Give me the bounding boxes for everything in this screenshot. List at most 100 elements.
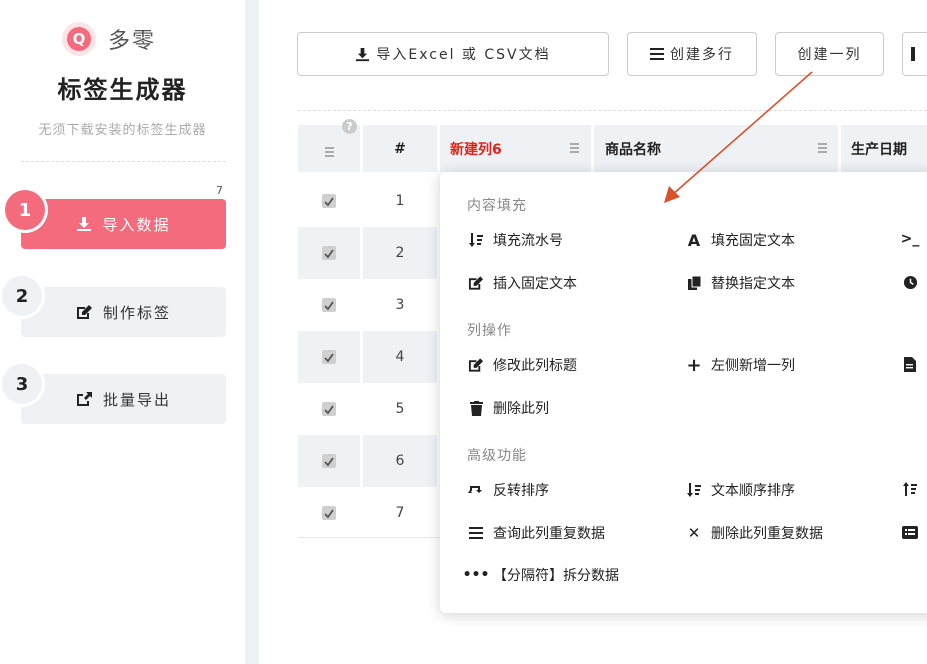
menu-add-left-column[interactable]: + 左侧新增一列 <box>685 355 795 376</box>
sidebar: Q 多零 标签生成器 无须下载安装的标签生成器 7 1 导入数据 2 制作标签 … <box>0 0 245 664</box>
row-index-cell: 4 <box>363 331 437 383</box>
row-index: 2 <box>395 245 405 261</box>
download-icon <box>77 217 92 231</box>
header-product-name[interactable]: 商品名称 <box>594 125 838 172</box>
menu-split-data[interactable]: ••• 【分隔符】拆分数据 <box>462 565 619 585</box>
menu-fill-serial[interactable]: 填充流水号 <box>467 230 563 250</box>
row-index: 4 <box>395 349 405 365</box>
close-icon: ✕ <box>687 524 701 542</box>
menu-file-item[interactable] <box>901 355 927 373</box>
retweet-icon <box>467 481 485 499</box>
header-new-column[interactable]: 新建列6 <box>440 125 591 172</box>
table-bottom-border <box>298 537 440 538</box>
menu-replace-text[interactable]: 替换指定文本 <box>685 273 795 293</box>
app-subtitle: 无须下载安装的标签生成器 <box>38 123 207 138</box>
make-label-button[interactable]: 制作标签 <box>21 287 226 337</box>
row-select-cell <box>298 279 360 331</box>
edit-icon <box>467 356 485 374</box>
more-toolbar-button[interactable] <box>902 32 927 76</box>
row-checkbox[interactable] <box>322 402 336 416</box>
check-icon <box>324 248 334 258</box>
batch-export-label: 批量导出 <box>102 390 171 409</box>
import-excel-csv-button[interactable]: 导入Excel 或 CSV文档 <box>297 32 609 76</box>
create-rows-label: 创建多行 <box>670 47 734 63</box>
row-checkbox[interactable] <box>322 298 336 312</box>
menu-text-order-sort[interactable]: 文本顺序排序 <box>685 480 795 500</box>
batch-export-button[interactable]: 批量导出 <box>21 374 226 424</box>
menu-sort-amount-item[interactable] <box>901 480 927 498</box>
sidebar-divider <box>21 161 226 162</box>
toolbar-divider <box>298 110 927 111</box>
list-alt-icon <box>901 523 919 541</box>
app-title: 标签生成器 <box>57 76 188 104</box>
logo: Q 多零 <box>62 22 156 56</box>
menu-delete-duplicates[interactable]: ✕ 删除此列重复数据 <box>685 523 823 543</box>
row-checkbox[interactable] <box>322 350 336 364</box>
column-menu-icon[interactable] <box>570 141 579 155</box>
menu-delete-column-label: 删除此列 <box>493 401 549 417</box>
menu-reverse-sort-label: 反转排序 <box>493 483 549 499</box>
ellipsis-icon: ••• <box>462 567 490 583</box>
create-column-label: 创建一列 <box>797 47 862 63</box>
check-icon <box>324 300 334 310</box>
import-data-button[interactable]: 导入数据 <box>21 199 226 249</box>
menu-fill-fixed-text[interactable]: A 填充固定文本 <box>685 230 795 250</box>
header-production-date[interactable]: 生产日期 <box>841 125 927 172</box>
section-advanced: 高级功能 <box>467 448 527 464</box>
header-product-name-label: 商品名称 <box>605 141 661 158</box>
menu-fill-fixed-text-label: 填充固定文本 <box>711 233 795 249</box>
row-index-cell: 2 <box>363 227 437 279</box>
row-select-cell <box>298 383 360 435</box>
menu-delete-column[interactable]: 删除此列 <box>467 398 549 418</box>
edit-icon <box>76 305 92 319</box>
logo-icon: Q <box>62 22 96 56</box>
menu-clock-item[interactable] <box>901 273 927 291</box>
import-data-label: 导入数据 <box>102 215 171 234</box>
row-index-cell: 1 <box>363 175 437 227</box>
row-select-cell <box>298 331 360 383</box>
menu-reverse-sort[interactable]: 反转排序 <box>467 480 549 500</box>
menu-add-left-column-label: 左侧新增一列 <box>711 358 795 374</box>
row-checkbox[interactable] <box>322 506 336 520</box>
header-new-column-label: 新建列6 <box>450 141 502 158</box>
menu-insert-fixed-text-label: 插入固定文本 <box>493 276 577 292</box>
menu-query-duplicates-label: 查询此列重复数据 <box>493 526 605 542</box>
edit-icon <box>467 274 485 292</box>
check-icon <box>324 508 334 518</box>
row-checkbox[interactable] <box>322 246 336 260</box>
copy-icon <box>685 274 703 292</box>
menu-text-order-sort-label: 文本顺序排序 <box>711 483 795 499</box>
menu-query-duplicates[interactable]: 查询此列重复数据 <box>467 523 605 543</box>
row-checkbox[interactable] <box>322 454 336 468</box>
row-index-cell: 7 <box>363 487 437 539</box>
section-content-fill: 内容填充 <box>467 198 527 214</box>
import-excel-csv-label: 导入Excel 或 CSV文档 <box>376 47 551 63</box>
row-checkbox[interactable] <box>322 194 336 208</box>
menu-insert-fixed-text[interactable]: 插入固定文本 <box>467 273 577 293</box>
clock-icon <box>901 273 919 291</box>
download-icon <box>356 47 370 61</box>
step-3-number: 3 <box>2 364 42 404</box>
step-1-count-badge: 7 <box>216 184 223 197</box>
drag-handle-icon[interactable] <box>325 145 334 159</box>
check-icon <box>324 404 334 414</box>
menu-split-data-label: 【分隔符】拆分数据 <box>493 568 619 584</box>
create-rows-button[interactable]: 创建多行 <box>627 32 757 76</box>
menu-fill-serial-label: 填充流水号 <box>493 233 563 249</box>
row-select-cell <box>298 227 360 279</box>
column-menu-icon[interactable] <box>818 141 827 155</box>
font-icon: A <box>687 230 701 250</box>
help-icon[interactable]: ? <box>342 119 357 134</box>
create-column-button[interactable]: 创建一列 <box>775 32 884 76</box>
terminal-icon: >_ <box>900 231 920 247</box>
row-index-cell: 6 <box>363 435 437 487</box>
check-icon <box>324 352 334 362</box>
check-icon <box>324 456 334 466</box>
check-icon <box>324 196 334 206</box>
menu-terminal-item[interactable]: >_ <box>901 230 927 248</box>
row-select-cell <box>298 487 360 539</box>
row-select-cell <box>298 435 360 487</box>
more-toolbar-icon <box>911 47 915 61</box>
menu-list-alt-item[interactable] <box>901 523 927 541</box>
menu-rename-column[interactable]: 修改此列标题 <box>467 355 577 375</box>
